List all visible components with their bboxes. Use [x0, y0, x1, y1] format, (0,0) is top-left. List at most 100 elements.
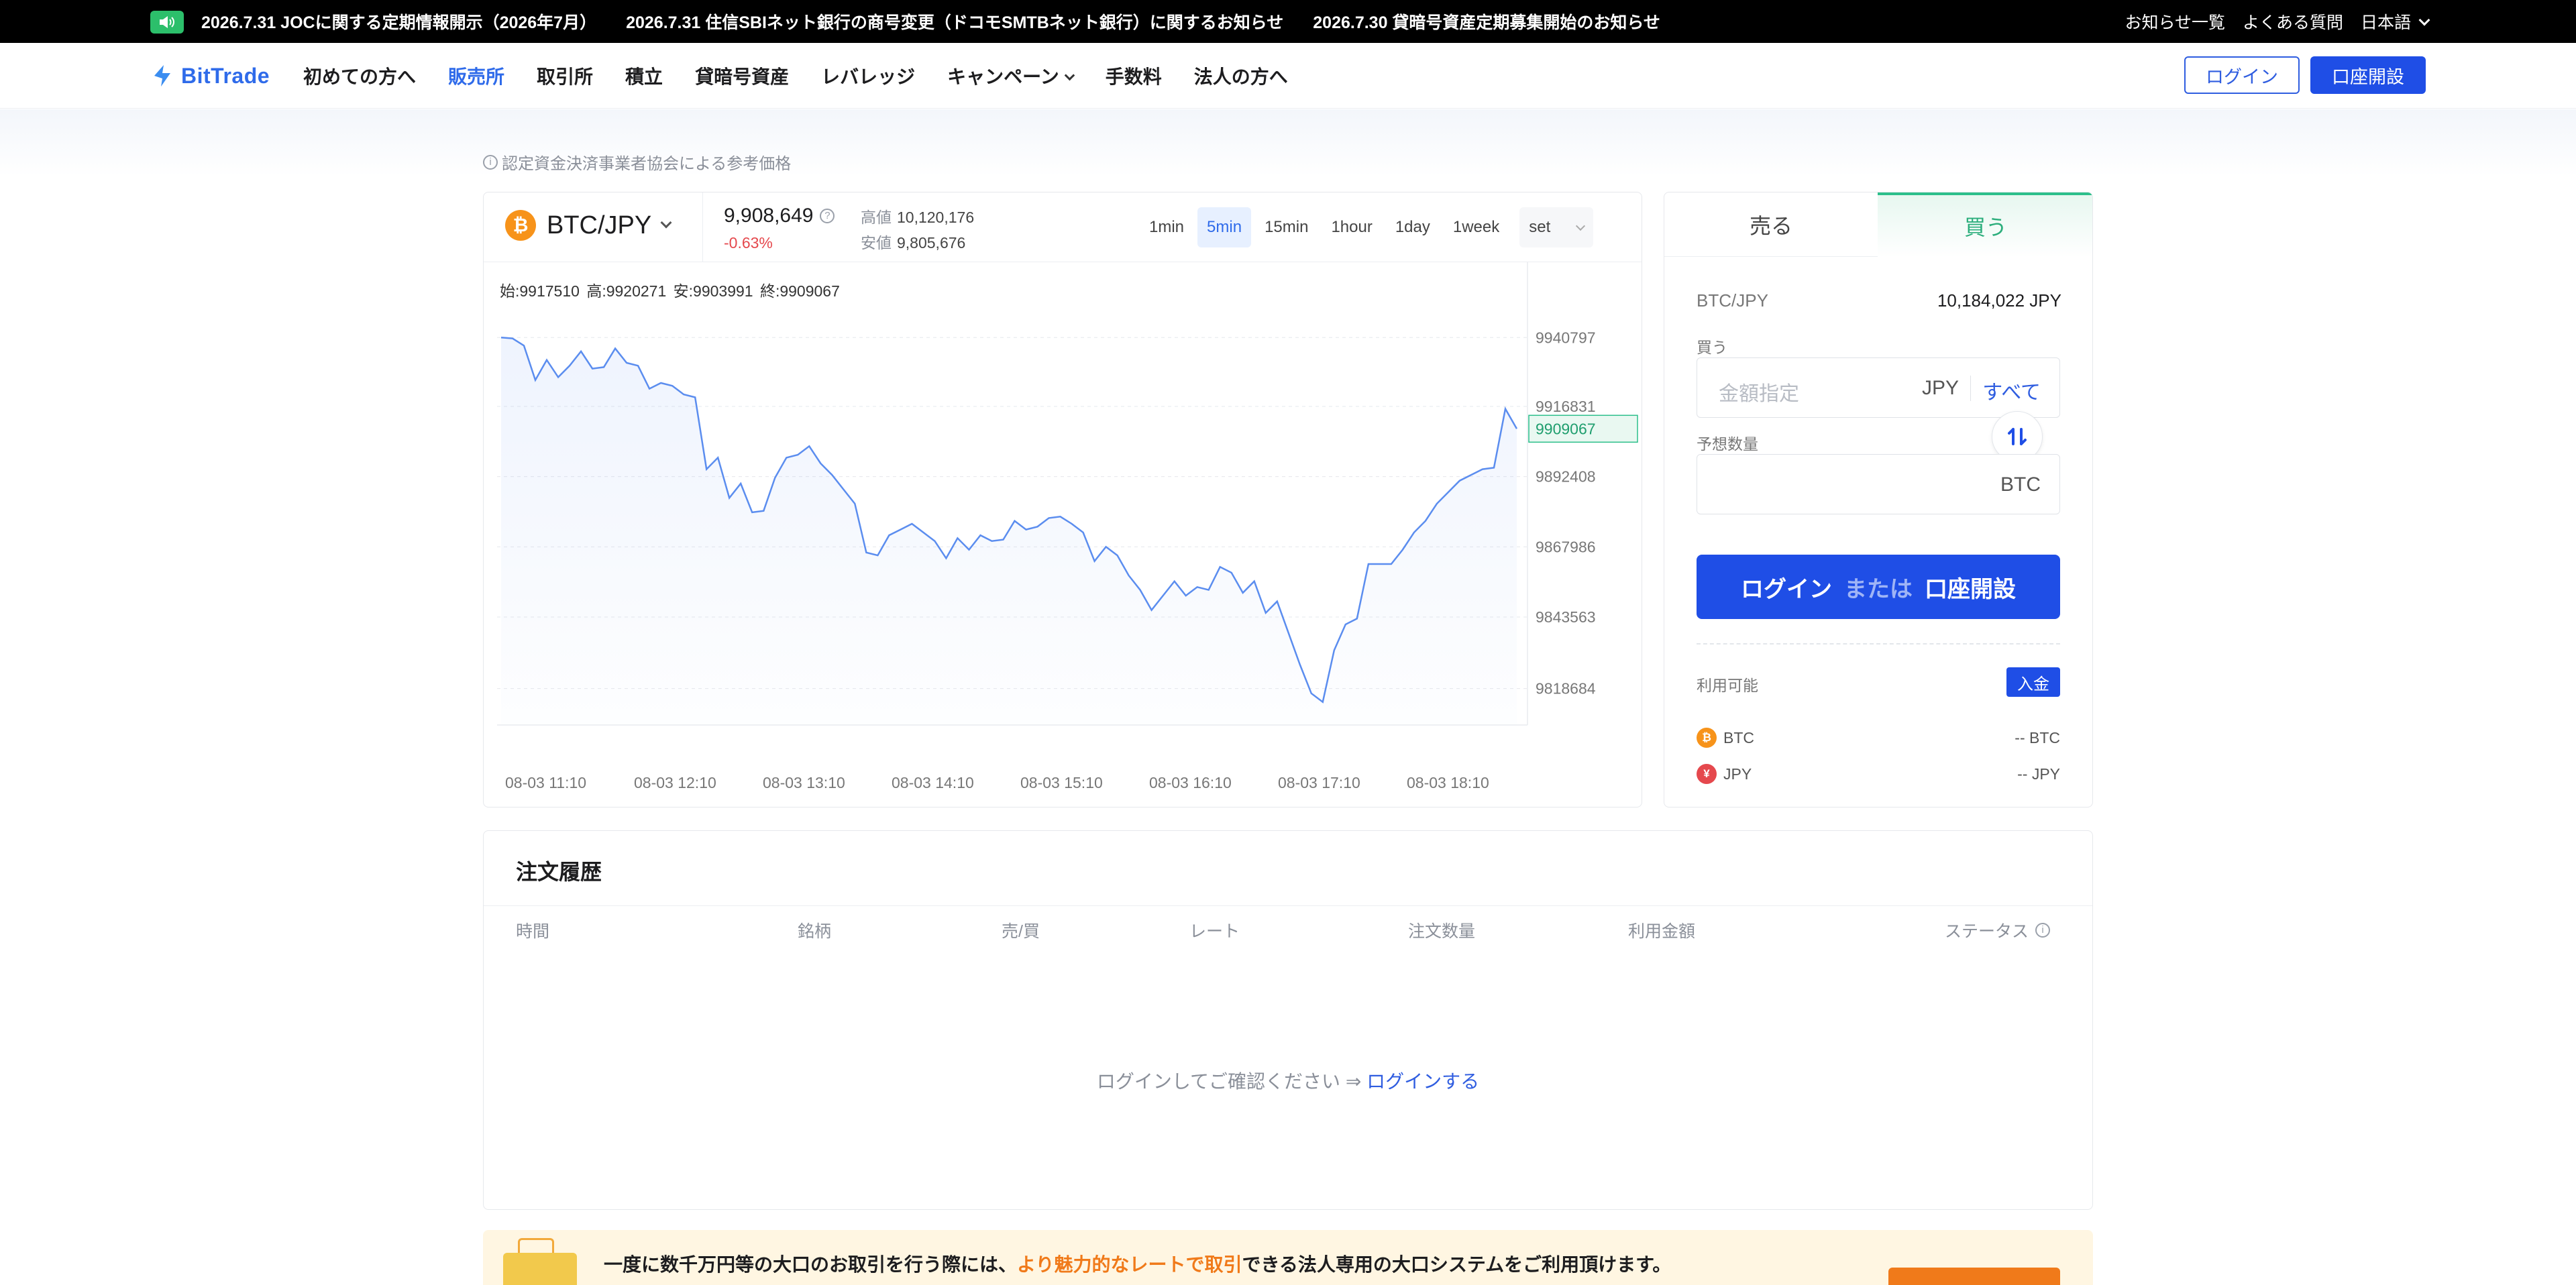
order-panel: 売る 買う BTC/JPY 10,184,022 JPY 買う 金額指定 JPY…: [1664, 192, 2093, 807]
cta-or: または: [1844, 576, 1913, 602]
promo-text-before: 一度に数千万円等の大口のお取引を行う際には、: [604, 1254, 1018, 1275]
promo-text: 一度に数千万円等の大口のお取引を行う際には、より魅力的なレートで取引できる法人専…: [604, 1250, 1671, 1277]
x-tick-label: 08-03 17:10: [1278, 774, 1360, 791]
promo-text-after: できる法人専用の大口システムをご利用頂けます。: [1242, 1254, 1672, 1275]
nav-leverage[interactable]: レバレッジ: [821, 62, 915, 89]
nav-lending[interactable]: 貸暗号資産: [695, 62, 789, 89]
language-selector[interactable]: 日本語: [2360, 9, 2430, 34]
open-account-button[interactable]: 口座開設: [2310, 56, 2426, 94]
chevron-down-icon: [1064, 70, 1075, 81]
nav-accumulation[interactable]: 積立: [625, 62, 663, 89]
nav-exchange[interactable]: 取引所: [537, 62, 593, 89]
y-tick-label: 9843563: [1536, 608, 1596, 626]
login-or-open-button[interactable]: ログイン または 口座開設: [1697, 555, 2060, 619]
quantity-label: 予想数量: [1697, 435, 1758, 453]
tf-1week[interactable]: 1week: [1444, 207, 1509, 247]
news-bar: 2026.7.31 JOCに関する定期情報開示（2026年7月） 2026.7.…: [0, 0, 2576, 43]
col-side: 売/買: [1002, 922, 1040, 941]
x-tick-label: 08-03 13:10: [763, 774, 845, 791]
x-tick-label: 08-03 14:10: [892, 774, 974, 791]
balance-value: -- BTC: [2015, 728, 2060, 746]
news-item[interactable]: 2026.7.31 JOCに関する定期情報開示（2026年7月）: [201, 9, 596, 34]
news-item[interactable]: 2026.7.31 住信SBIネット銀行の商号変更（ドコモSMTBネット銀行）に…: [626, 9, 1283, 34]
price-change: -0.63%: [724, 234, 773, 252]
low-value: 9,805,676: [897, 234, 966, 252]
x-tick-label: 08-03 11:10: [505, 774, 586, 791]
login-link[interactable]: ログインする: [1366, 1071, 1479, 1092]
price-value: 9,908,649: [724, 205, 814, 227]
news-list-link[interactable]: お知らせ一覧: [2125, 9, 2225, 34]
nav-corporate[interactable]: 法人の方へ: [1194, 62, 1288, 89]
contact-button[interactable]: [1888, 1268, 2060, 1285]
chart-settings-dropdown[interactable]: set: [1519, 207, 1594, 247]
price-chart[interactable]: 9940797 9916831 9892408 9867986 9843563 98186…: [484, 262, 1642, 807]
col-rate: レート: [1189, 922, 1240, 941]
chart-card: ₿ BTC/JPY 9,908,649 ? -0.63% 高値 10,120,17…: [483, 192, 1642, 807]
nav-campaign-label: キャンペーン: [947, 66, 1059, 87]
info-icon[interactable]: i: [2035, 923, 2051, 938]
col-status: ステータス i: [1945, 918, 2051, 942]
balance-coin: JPY: [1723, 765, 1752, 783]
reference-note-text: 認定資金決済事業者協会による参考価格: [502, 155, 792, 173]
tab-buy[interactable]: 買う: [1878, 192, 2092, 257]
nav-broker[interactable]: 販売所: [448, 62, 504, 89]
chevron-down-icon: [660, 217, 672, 229]
nav-campaign[interactable]: キャンペーン: [947, 62, 1075, 89]
faq-link[interactable]: よくある質問: [2243, 9, 2343, 34]
col-status-label: ステータス: [1945, 922, 2029, 941]
tf-1min[interactable]: 1min: [1140, 207, 1193, 247]
pair-price-row: BTC/JPY 10,184,022 JPY: [1697, 290, 2061, 311]
amount-placeholder: 金額指定: [1719, 383, 1799, 405]
divider: [1697, 643, 2060, 645]
all-button[interactable]: すべて: [1982, 376, 2041, 405]
high-label: 高値: [861, 209, 892, 226]
divider: [702, 192, 703, 262]
set-label: set: [1529, 218, 1551, 236]
nav-beginners[interactable]: 初めての方へ: [303, 62, 416, 89]
yen-icon: ¥: [1697, 764, 1717, 784]
balance-row: ₿ BTC -- BTC: [1697, 728, 2060, 748]
help-icon[interactable]: ?: [820, 209, 835, 223]
cta-login: ログイン: [1741, 576, 1832, 602]
news-item[interactable]: 2026.7.30 貸暗号資産定期募集開始のお知らせ: [1313, 9, 1660, 34]
tf-5min[interactable]: 5min: [1197, 207, 1252, 247]
x-tick-label: 08-03 16:10: [1149, 774, 1232, 791]
ticker-header: ₿ BTC/JPY 9,908,649 ? -0.63% 高値 10,120,17…: [484, 192, 1642, 262]
quantity-unit: BTC: [2000, 473, 2041, 496]
low-price: 安値 9,805,676: [861, 230, 965, 253]
timeframe-tabs: 1min 5min 15min 1hour 1day 1week set: [1140, 206, 1594, 249]
login-button[interactable]: ログイン: [2184, 56, 2300, 94]
buy-amount-label: 買う: [1697, 339, 1727, 356]
col-amount: 利用金額: [1628, 922, 1696, 941]
order-history-title: 注文履歴: [516, 860, 602, 884]
main-nav: BitTrade 初めての方へ 販売所 取引所 積立 貸暗号資産 レバレッジ キ…: [0, 43, 2576, 109]
low-label: 安値: [861, 234, 892, 252]
chevron-down-icon: [2418, 14, 2430, 26]
col-symbol: 銘柄: [798, 922, 832, 941]
pair-selector[interactable]: ₿ BTC/JPY: [505, 210, 672, 241]
tab-sell[interactable]: 売る: [1664, 192, 1878, 257]
pair-price: 10,184,022 JPY: [1937, 290, 2061, 311]
nav-fees[interactable]: 手数料: [1106, 62, 1162, 89]
y-tick-label: 9940797: [1536, 329, 1596, 346]
pair-name: BTC/JPY: [547, 211, 652, 239]
bittrade-logo-icon: [154, 65, 170, 87]
announcement-icon: [150, 11, 184, 34]
bitcoin-icon: ₿: [505, 210, 536, 241]
deposit-button[interactable]: 入金: [2006, 667, 2060, 697]
amount-unit: JPY: [1921, 377, 1959, 399]
tf-1hour[interactable]: 1hour: [1322, 207, 1381, 247]
corporate-promo-banner: 一度に数千万円等の大口のお取引を行う際には、より魅力的なレートで取引できる法人専…: [483, 1230, 2093, 1285]
y-tick-label: 9916831: [1536, 398, 1596, 415]
tf-15min[interactable]: 15min: [1255, 207, 1318, 247]
info-icon: i: [483, 154, 498, 170]
language-label: 日本語: [2360, 13, 2411, 32]
high-value: 10,120,176: [897, 209, 975, 226]
amount-input[interactable]: 金額指定 JPY すべて: [1697, 357, 2060, 418]
y-tick-label: 9818684: [1536, 680, 1596, 697]
logo[interactable]: BitTrade: [149, 62, 270, 90]
quantity-input[interactable]: BTC: [1697, 454, 2060, 514]
current-price: 9,908,649 ?: [724, 205, 835, 227]
balance-row: ¥ JPY -- JPY: [1697, 764, 2060, 784]
tf-1day[interactable]: 1day: [1386, 207, 1440, 247]
